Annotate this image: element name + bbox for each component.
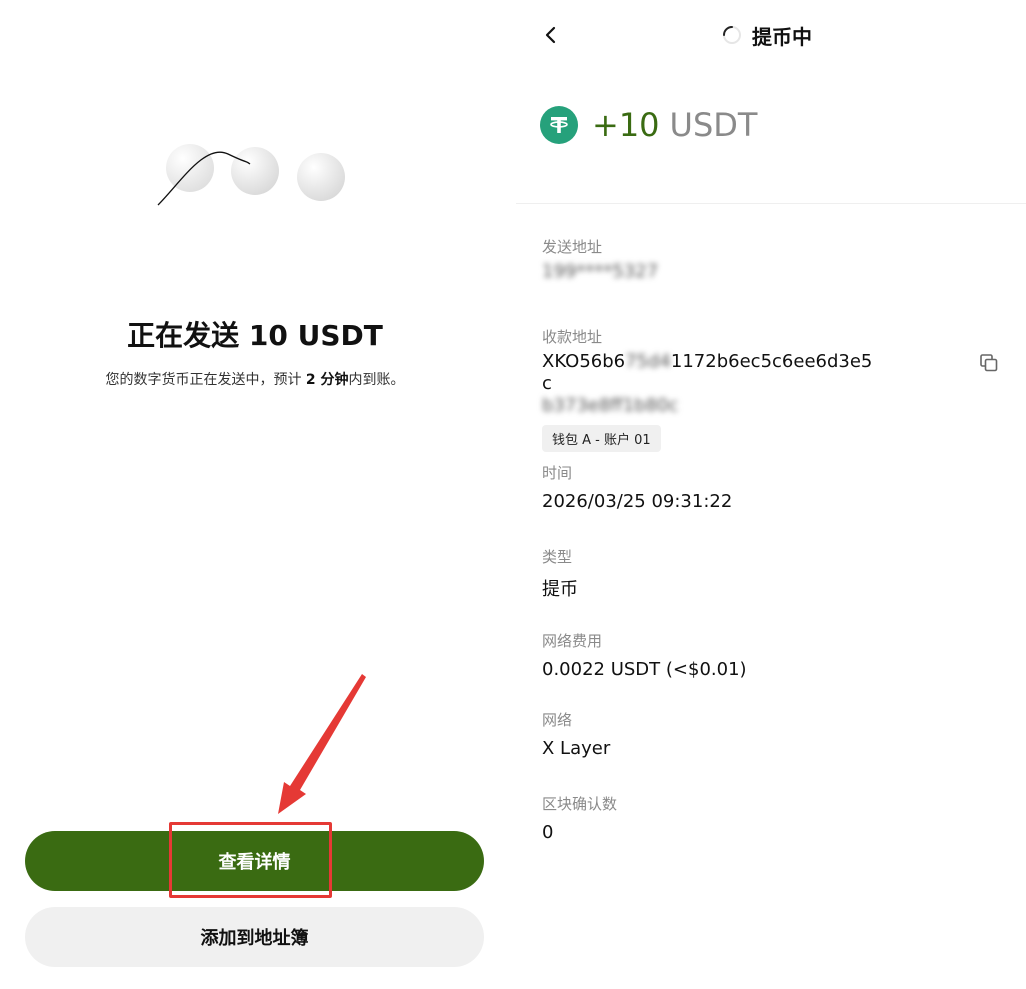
sender-address-field: 发送地址 199****5327 — [542, 236, 658, 282]
network-field: 网络 X Layer — [542, 709, 610, 759]
sending-subtitle: 您的数字货币正在发送中，预计 2 分钟内到账。 — [0, 369, 510, 389]
subtitle-eta: 2 分钟 — [305, 372, 349, 388]
network-value: X Layer — [542, 738, 611, 759]
time-value: 2026/03/25 09:31:22 — [542, 491, 733, 512]
recipient-label: 收款地址 — [542, 328, 603, 346]
subtitle-prefix: 您的数字货币正在发送中，预计 — [105, 372, 306, 388]
network-label: 网络 — [542, 711, 573, 729]
type-label: 类型 — [542, 548, 573, 566]
block-confirmations-field: 区块确认数 0 — [542, 793, 617, 843]
usdt-logo-icon — [540, 106, 578, 144]
recipient-part-3: b373e8ff1b80c — [542, 395, 679, 416]
recipient-address-value: XKO56b675d41172b6ec5c6ee6d3e5c b373e8ff1b… — [542, 351, 882, 417]
confirm-label: 区块确认数 — [542, 795, 618, 813]
chevron-left-icon — [545, 26, 556, 44]
time-field: 时间 2026/03/25 09:31:22 — [542, 462, 732, 512]
fee-value: 0.0022 USDT (<$0.01) — [542, 659, 747, 680]
time-label: 时间 — [542, 464, 573, 482]
network-fee-field: 网络费用 0.0022 USDT (<$0.01) — [542, 630, 747, 680]
type-value: 提币 — [542, 579, 578, 600]
confirm-value: 0 — [542, 822, 554, 843]
amount-unit: USDT — [669, 106, 758, 144]
add-to-address-book-button[interactable]: 添加到地址簿 — [25, 907, 484, 967]
send-status-panel: 正在发送 10 USDT 您的数字货币正在发送中，预计 2 分钟内到账。 查看详… — [0, 0, 510, 989]
amount-row: +10 USDT — [540, 106, 757, 144]
type-field: 类型 提币 — [542, 546, 578, 601]
annotation-arrow-icon — [278, 674, 366, 814]
animation-trail-icon — [157, 151, 251, 206]
divider — [516, 203, 1026, 204]
copy-icon[interactable] — [978, 352, 1000, 374]
header-status: 提币中 — [722, 20, 812, 50]
amount-value: +10 — [592, 106, 660, 144]
recipient-part-blurred: 75d4 — [625, 351, 671, 372]
fee-label: 网络费用 — [542, 632, 603, 650]
withdrawal-detail-panel: 提币中 +10 USDT 发送地址 199****5327 收款地址 XKO56b… — [516, 0, 1026, 989]
sender-value: 199****5327 — [542, 261, 659, 282]
sender-label: 发送地址 — [542, 238, 603, 256]
page-title: 提币中 — [752, 24, 812, 49]
subtitle-suffix: 内到账。 — [348, 372, 405, 388]
back-button[interactable] — [538, 22, 562, 48]
sending-title: 正在发送 10 USDT — [127, 319, 383, 352]
recipient-address-field: 收款地址 XKO56b675d41172b6ec5c6ee6d3e5c b373e… — [542, 326, 882, 452]
sending-animation — [150, 138, 360, 218]
view-details-button[interactable]: 查看详情 — [25, 831, 484, 891]
loading-spinner-icon — [723, 26, 741, 44]
recipient-part-1: XKO56b6 — [542, 351, 626, 372]
wallet-account-badge: 钱包 A - 账户 01 — [542, 425, 661, 452]
amount-text: +10 USDT — [592, 106, 757, 144]
